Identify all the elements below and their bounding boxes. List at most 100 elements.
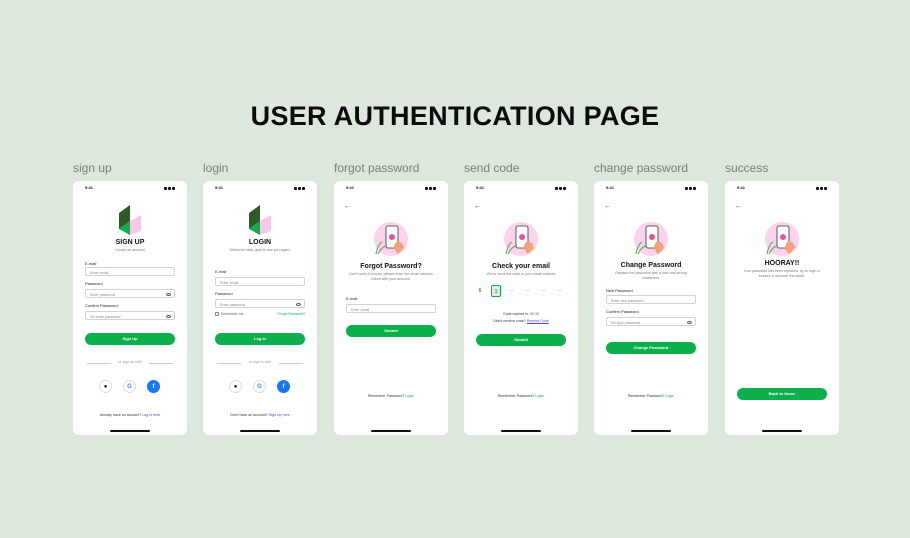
screen-label-signup: sign up [73, 161, 112, 175]
expire-text: Code expired in: [502, 312, 530, 316]
email-field[interactable]: Enter email [346, 304, 436, 313]
facebook-icon[interactable]: f [277, 380, 290, 393]
facebook-icon[interactable]: f [147, 380, 160, 393]
back-arrow-icon[interactable]: ← [474, 203, 481, 210]
resend-link[interactable]: Resend Code [527, 319, 549, 323]
footer-text: Remember Password? [497, 394, 535, 398]
submit-button[interactable]: Submit [476, 334, 566, 346]
login-link[interactable]: Login [405, 394, 414, 398]
footer-text: Remember Password? [627, 394, 665, 398]
apple-icon[interactable]: ● [99, 380, 112, 393]
password-placeholder: Enter password [90, 292, 115, 297]
email-field[interactable]: Enter email [85, 267, 175, 276]
phone-illustration-icon [634, 222, 668, 256]
eye-icon[interactable] [296, 302, 301, 306]
eye-icon[interactable] [687, 320, 692, 324]
code-digit-2[interactable]: 1 [491, 285, 501, 297]
back-arrow-icon[interactable]: ← [735, 203, 742, 210]
login-link[interactable]: Log in here [142, 413, 160, 417]
code-digit-3[interactable]: - [507, 285, 517, 297]
code-digit-1[interactable]: 6 [475, 285, 485, 297]
submit-button[interactable]: Submit [346, 325, 436, 337]
footer-text: Don't have an account? [230, 413, 268, 417]
forgot-footer: Remember Password? Login [334, 394, 448, 398]
screen-label-forgot: forgot password [334, 161, 420, 175]
status-time: 9:41 [606, 185, 615, 190]
status-bar: 9:41 [203, 185, 317, 191]
home-indicator [240, 430, 280, 432]
confirm-password-field[interactable]: Re-type password [606, 317, 696, 326]
eye-icon[interactable] [166, 292, 171, 296]
app-logo-icon [119, 205, 141, 235]
password-label: Password [215, 291, 233, 296]
signup-link[interactable]: Sign Up here [269, 413, 290, 417]
phone-success: 9:41 ← HOORAY!! Your password has been r… [725, 181, 839, 435]
status-icons [424, 186, 438, 190]
resend-text: Didn't receive code? [493, 319, 526, 323]
screen-label-sendcode: send code [464, 161, 520, 175]
change-subtitle: Replace the password with a new and stro… [615, 271, 687, 280]
page-title: USER AUTHENTICATION PAGE [250, 101, 660, 131]
sendcode-subtitle: We've send the code to your email addres… [486, 272, 556, 276]
password-field[interactable]: Enter password [215, 299, 305, 308]
status-bar: 9:41 [464, 185, 578, 191]
email-label: E-mail [215, 269, 227, 274]
home-indicator [501, 430, 541, 432]
status-icons [684, 186, 698, 190]
sendcode-heading: Check your email [492, 263, 550, 270]
status-time: 9:41 [85, 185, 94, 190]
code-expire: Code expired in: 00:32 [464, 312, 578, 316]
login-link[interactable]: Login [535, 394, 544, 398]
status-bar: 9:41 [594, 185, 708, 191]
code-digit-6[interactable]: - [555, 285, 565, 297]
code-digit-4[interactable]: - [523, 285, 533, 297]
forgot-heading: Forgot Password? [360, 263, 422, 270]
email-label: E-mail [85, 261, 97, 266]
footer-text: Already have an account? [99, 413, 142, 417]
app-logo-icon [249, 205, 271, 235]
apple-icon[interactable]: ● [229, 380, 242, 393]
google-icon[interactable]: G [123, 380, 136, 393]
back-arrow-icon[interactable]: ← [344, 203, 351, 210]
success-subtitle: Your password has been replaced, try to … [743, 269, 821, 278]
new-password-label: New Password [606, 288, 633, 293]
change-password-button[interactable]: Change Password [606, 342, 696, 354]
resend-row: Didn't receive code? Resend Code [464, 319, 578, 323]
status-bar: 9:41 [73, 185, 187, 191]
home-indicator [631, 430, 671, 432]
confirm-placeholder: Re-type password [611, 320, 640, 325]
back-to-home-button[interactable]: Back to Home [737, 388, 827, 400]
password-label: Password [85, 281, 103, 286]
email-label: E-mail [346, 296, 358, 301]
divider: or sign up with [87, 360, 173, 366]
status-icons [554, 186, 568, 190]
change-footer: Remember Password? Login [594, 394, 708, 398]
status-icons [293, 186, 307, 190]
status-bar: 9:41 [334, 185, 448, 191]
status-time: 9:41 [346, 185, 355, 190]
google-icon[interactable]: G [253, 380, 266, 393]
code-digit-5[interactable]: - [539, 285, 549, 297]
login-footer: Don't have an account? Sign Up here [203, 413, 317, 417]
login-button[interactable]: Log In [215, 333, 305, 345]
password-field[interactable]: Enter password [85, 289, 175, 298]
sendcode-footer: Remember Password? Login [464, 394, 578, 398]
phone-sendcode: 9:41 ← Check your email We've send the c… [464, 181, 578, 435]
remember-checkbox[interactable] [215, 312, 219, 316]
login-link[interactable]: Login [665, 394, 674, 398]
screen-label-login: login [203, 161, 229, 175]
signup-heading: SIGN UP [115, 239, 145, 246]
back-arrow-icon[interactable]: ← [604, 203, 611, 210]
screen-label-change: change password [594, 161, 689, 175]
new-password-field[interactable]: Enter new password [606, 295, 696, 304]
confirm-password-field[interactable]: Re-enter password [85, 311, 175, 320]
eye-icon[interactable] [166, 314, 171, 318]
phone-illustration-icon [765, 222, 799, 256]
email-field[interactable]: Enter email [215, 277, 305, 286]
confirm-placeholder: Re-enter password [90, 314, 121, 319]
signup-button[interactable]: Sign Up [85, 333, 175, 345]
expire-timer: 00:32 [530, 312, 540, 316]
login-subtitle: Welcome back, glad to see you again! [229, 248, 291, 252]
forgot-password-link[interactable]: Forgot Password? [277, 312, 305, 316]
forgot-subtitle: Don't worry it occurs, please enter the … [349, 272, 433, 281]
